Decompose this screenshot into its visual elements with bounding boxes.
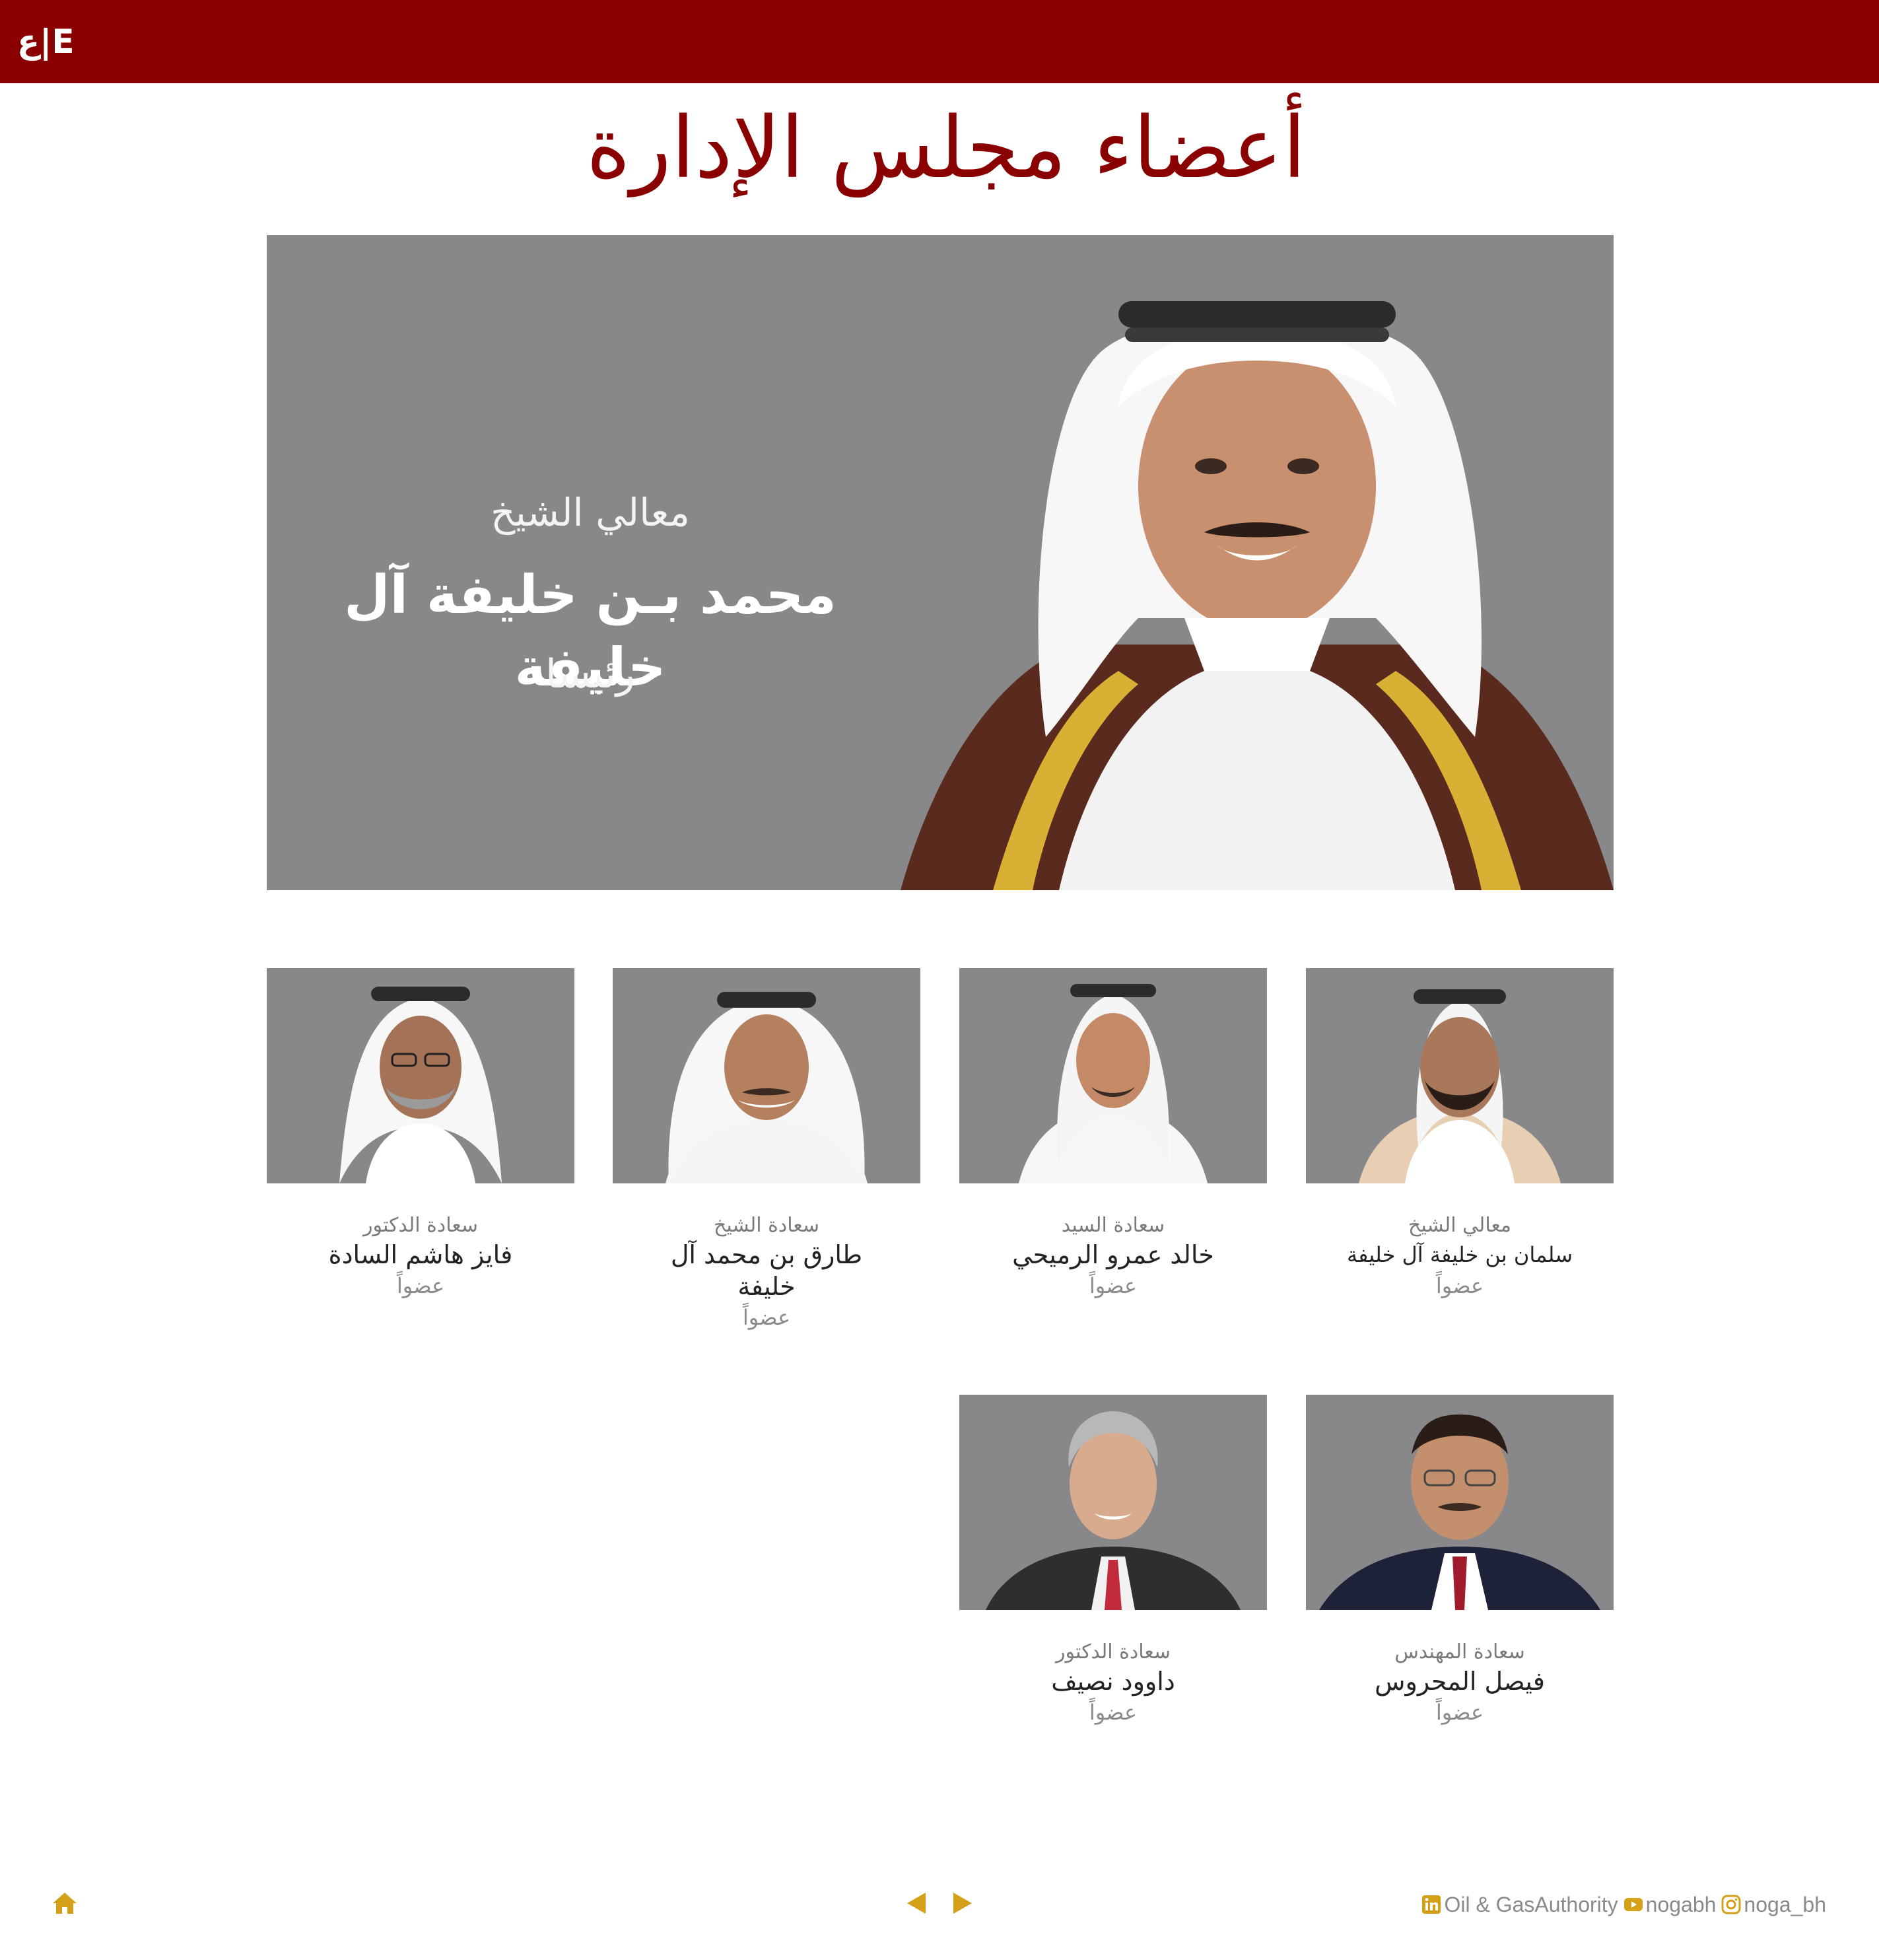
youtube-link[interactable]: nogabh [1623, 1890, 1717, 1919]
member-photo[interactable] [613, 968, 920, 1183]
member-role: عضواً [1435, 1700, 1484, 1725]
linkedin-icon [1422, 1895, 1441, 1914]
member-honorific: سعادة السيد [1061, 1214, 1165, 1237]
member-card[interactable]: سعادة السيد خالد عمرو الرميحي عضواً [959, 968, 1267, 1301]
member-name: سلمان بن خليفة آل خليفة [1347, 1242, 1573, 1267]
member-card[interactable]: سعادة الدكتور فايز هاشم السادة عضواً [267, 968, 574, 1301]
youtube-icon [1623, 1898, 1643, 1911]
chairman-role: رئيسا [545, 651, 635, 697]
chairman-honorific: معالي الشيخ [491, 490, 690, 535]
member-portrait [1359, 989, 1561, 1183]
member-name: خالد عمرو الرميحي [1012, 1240, 1214, 1269]
member-portrait [1019, 984, 1208, 1183]
instagram-link[interactable]: noga_bh [1721, 1890, 1826, 1919]
social-links: Oil & GasAuthority nogabh noga_bh [1421, 1890, 1826, 1919]
home-icon[interactable] [51, 1890, 78, 1916]
chairman-portrait [901, 301, 1614, 890]
member-photo[interactable] [1306, 1395, 1614, 1610]
member-card[interactable]: سعادة الشيخ طارق بن محمد آل خليفة عضواً [613, 968, 920, 1333]
member-photo[interactable] [959, 1395, 1267, 1610]
member-role: عضواً [1435, 1273, 1484, 1298]
top-bar: ع|E [0, 0, 1879, 83]
member-name: طارق بن محمد آل خليفة [670, 1240, 863, 1301]
chairman-text: معالي الشيخ محمد بـن خليفة آل خليفة رئيس… [333, 235, 848, 890]
member-honorific: سعادة الشيخ [713, 1214, 820, 1237]
member-name: فيصل المحروس [1375, 1667, 1545, 1696]
member-honorific: سعادة الدكتور [363, 1214, 478, 1237]
member-role: عضواً [1089, 1700, 1138, 1725]
triangle-right-icon[interactable] [951, 1890, 974, 1916]
member-portrait [339, 987, 502, 1183]
linkedin-link[interactable]: Oil & GasAuthority [1421, 1890, 1618, 1919]
member-honorific: سعادة الدكتور [1056, 1640, 1171, 1663]
triangle-left-icon[interactable] [905, 1890, 928, 1916]
instagram-icon [1721, 1895, 1741, 1914]
member-card[interactable]: سعادة المهندس فيصل المحروس عضواً [1306, 1395, 1614, 1728]
instagram-label: noga_bh [1744, 1893, 1826, 1916]
member-portrait [1319, 1415, 1600, 1610]
member-photo[interactable] [267, 968, 574, 1183]
member-role: عضواً [1089, 1273, 1138, 1298]
youtube-label: nogabh [1645, 1893, 1717, 1916]
member-honorific: سعادة المهندس [1394, 1640, 1525, 1663]
page-title: أعضاء مجلس الإدارة [586, 99, 1307, 197]
linkedin-label: Oil & GasAuthority [1444, 1893, 1618, 1916]
member-name: داوود نصيف [1051, 1667, 1175, 1696]
member-card[interactable]: سعادة الدكتور داوود نصيف عضواً [959, 1395, 1267, 1728]
member-role: عضواً [396, 1273, 445, 1298]
member-portrait [986, 1411, 1241, 1610]
member-role: عضواً [742, 1305, 791, 1330]
member-honorific: معالي الشيخ [1408, 1214, 1512, 1237]
language-switch[interactable]: ع|E [17, 22, 76, 61]
member-portrait [666, 992, 868, 1183]
member-photo[interactable] [959, 968, 1267, 1183]
member-name: فايز هاشم السادة [328, 1240, 513, 1269]
member-photo[interactable] [1306, 968, 1614, 1183]
chairman-hero: معالي الشيخ محمد بـن خليفة آل خليفة رئيس… [267, 235, 1614, 890]
member-card[interactable]: معالي الشيخ سلمان بن خليفة آل خليفة عضوا… [1306, 968, 1614, 1301]
